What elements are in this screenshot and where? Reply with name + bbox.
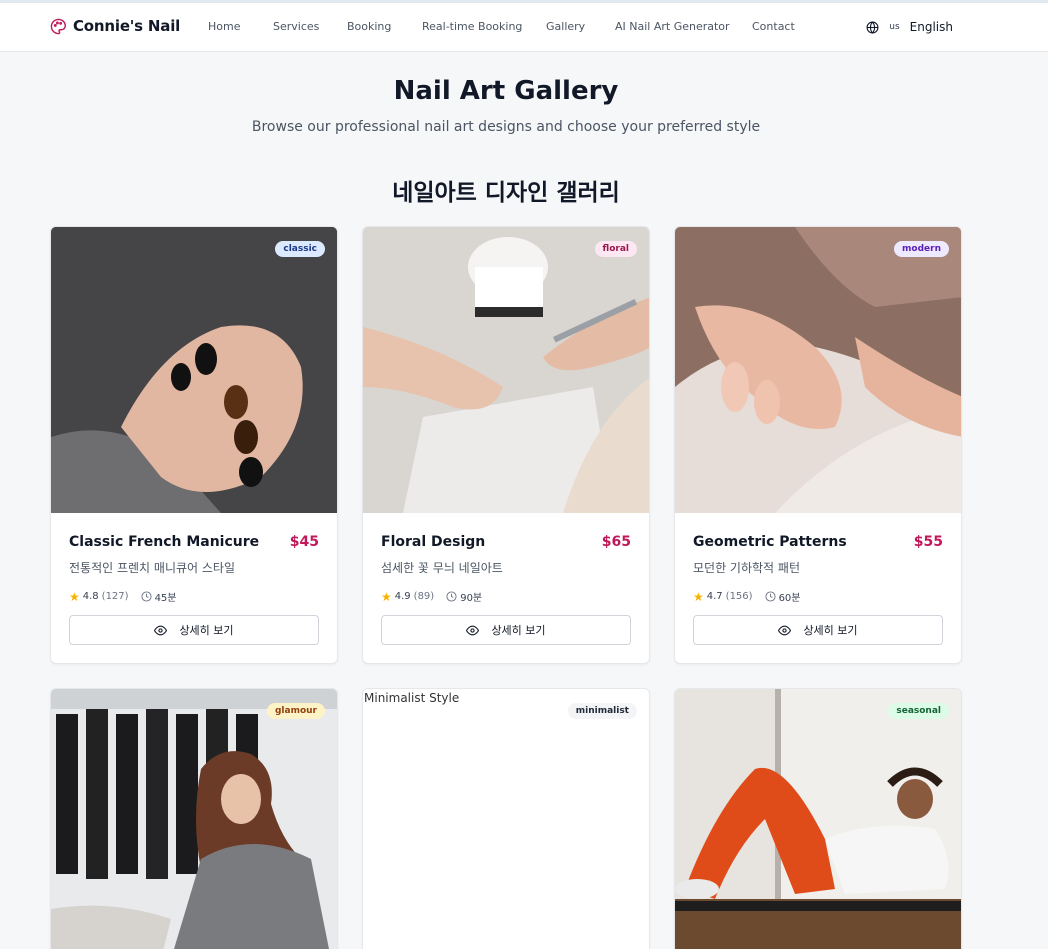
clock-icon <box>765 591 776 602</box>
category-badge: classic <box>275 241 325 257</box>
category-badge: glamour <box>266 703 325 719</box>
clock-icon <box>446 591 457 602</box>
page-subtitle: Browse our professional nail art designs… <box>251 119 761 135</box>
nav-gallery[interactable]: Gallery <box>546 20 585 33</box>
card-image: Minimalist Style minimalist <box>363 689 649 949</box>
rating-value: 4.8 <box>82 591 99 602</box>
star-icon: ★ <box>693 589 704 604</box>
star-icon: ★ <box>381 589 392 604</box>
category-badge: minimalist <box>567 703 637 719</box>
gallery-card: classic Classic French Manicure $45 전통적인… <box>50 226 338 664</box>
review-count: (89) <box>413 591 435 602</box>
gallery-card: seasonal <box>674 688 962 949</box>
broken-image-alt: Minimalist Style <box>364 691 460 705</box>
card-title: Classic French Manicure <box>69 534 260 550</box>
eye-icon <box>154 625 168 635</box>
gallery-card: Minimalist Style minimalist <box>362 688 650 949</box>
view-details-button[interactable]: 상세히 보기 <box>69 615 319 645</box>
card-image: modern <box>675 227 961 513</box>
nav-realtime-booking[interactable]: Real-time Booking <box>422 20 522 33</box>
language-selector[interactable]: us English <box>866 20 953 34</box>
nav-home[interactable]: Home <box>208 20 240 33</box>
rating-value: 4.9 <box>394 591 411 602</box>
clock-icon <box>141 591 152 602</box>
gallery-card: modern Geometric Patterns $55 모던한 기하학적 패… <box>674 226 962 664</box>
card-image: classic <box>51 227 337 513</box>
review-count: (156) <box>725 591 753 602</box>
card-image: seasonal <box>675 689 961 949</box>
view-details-label: 상세히 보기 <box>179 624 234 637</box>
category-badge: seasonal <box>888 703 949 719</box>
view-details-label: 상세히 보기 <box>491 624 546 637</box>
card-description: 섬세한 꽃 무늬 네일아트 <box>381 561 503 575</box>
card-image: glamour <box>51 689 337 949</box>
page-title: Nail Art Gallery <box>393 76 619 106</box>
card-description: 모던한 기하학적 패턴 <box>693 561 800 575</box>
flag-code: us <box>889 22 900 32</box>
card-title: Geometric Patterns <box>693 534 847 550</box>
nav-services[interactable]: Services <box>273 20 319 33</box>
gallery-card: floral Floral Design $65 섬세한 꽃 무늬 네일아트 ★… <box>362 226 650 664</box>
view-details-button[interactable]: 상세히 보기 <box>693 615 943 645</box>
nav-contact[interactable]: Contact <box>752 20 795 33</box>
gallery-title: 네일아트 디자인 갤러리 <box>392 180 620 206</box>
nav-ai-generator[interactable]: AI Nail Art Generator <box>615 20 730 33</box>
category-badge: floral <box>594 241 637 257</box>
language-label: English <box>909 20 953 34</box>
site-header: Connie's Nail Home Services Booking Real… <box>0 3 1048 52</box>
globe-icon <box>866 20 879 34</box>
card-price: $65 <box>601 534 631 550</box>
palette-icon <box>50 18 67 34</box>
view-details-button[interactable]: 상세히 보기 <box>381 615 631 645</box>
card-price: $45 <box>289 534 319 550</box>
category-badge: modern <box>894 241 949 257</box>
review-count: (127) <box>101 591 129 602</box>
card-price: $55 <box>913 534 943 550</box>
eye-icon <box>778 625 792 635</box>
nav-booking[interactable]: Booking <box>347 20 391 33</box>
star-icon: ★ <box>69 589 80 604</box>
brand-name: Connie's Nail <box>73 17 181 35</box>
brand-logo[interactable]: Connie's Nail <box>50 17 180 35</box>
duration: 90분 <box>460 593 483 604</box>
card-image: floral <box>363 227 649 513</box>
duration: 45분 <box>154 593 177 604</box>
view-details-label: 상세히 보기 <box>803 624 858 637</box>
rating-value: 4.7 <box>706 591 723 602</box>
gallery-card: glamour <box>50 688 338 949</box>
card-description: 전통적인 프렌치 매니큐어 스타일 <box>69 561 236 575</box>
duration: 60분 <box>778 593 801 604</box>
eye-icon <box>466 625 480 635</box>
card-title: Floral Design <box>381 534 486 550</box>
